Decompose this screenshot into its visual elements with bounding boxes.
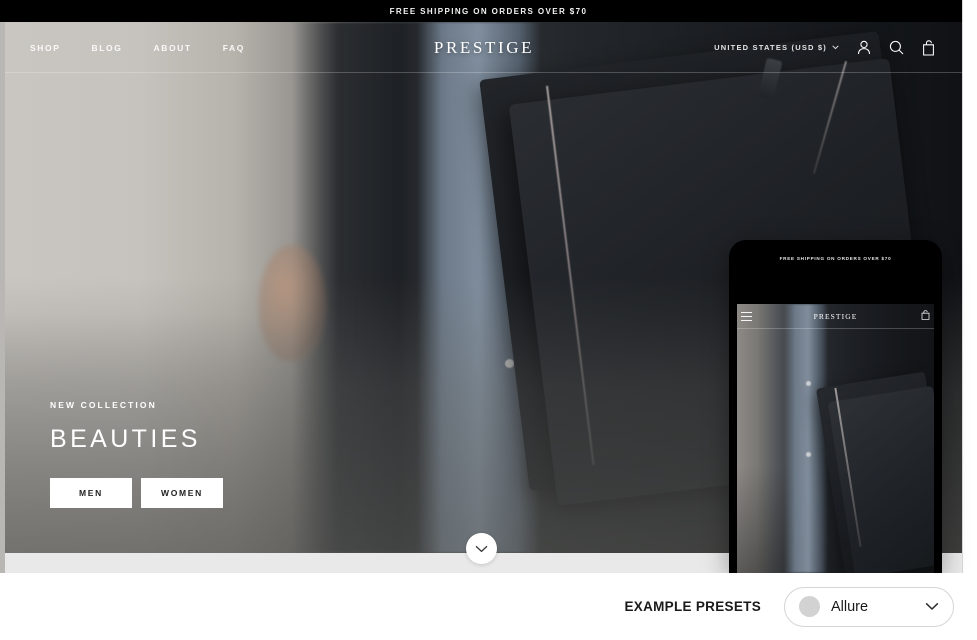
mobile-store-header: PRESTIGE xyxy=(729,304,942,328)
mobile-hero-photo-denim xyxy=(784,304,828,573)
preset-selected-name: Allure xyxy=(831,598,869,615)
hero-eyebrow: NEW COLLECTION xyxy=(50,400,157,410)
preset-selector-dropdown[interactable]: Allure xyxy=(784,586,954,627)
announcement-bar: FREE SHIPPING ON ORDERS OVER $70 xyxy=(0,0,977,22)
theme-preview-viewport: FREE SHIPPING ON ORDERS OVER $70 SHOP BL… xyxy=(0,0,977,573)
hero-cta-men[interactable]: MEN xyxy=(50,478,132,508)
mobile-header-divider xyxy=(737,328,934,329)
locale-selector[interactable]: UNITED STATES (USD $) xyxy=(714,43,839,52)
preset-color-swatch xyxy=(799,596,820,617)
chevron-down-icon xyxy=(475,545,488,552)
mobile-preview-frame: FREE SHIPPING ON ORDERS OVER $70 PRESTIG… xyxy=(729,240,942,573)
hero-cta-group: MEN WOMEN xyxy=(50,478,223,508)
header-utilities: UNITED STATES (USD $) xyxy=(714,39,938,56)
store-logo[interactable]: PRESTIGE xyxy=(434,38,534,58)
example-presets-label: EXAMPLE PRESETS xyxy=(624,599,761,614)
nav-item-blog[interactable]: BLOG xyxy=(92,43,123,53)
cart-icon[interactable] xyxy=(921,39,938,56)
mobile-screen xyxy=(737,304,934,573)
mobile-hero-shirt-button xyxy=(805,381,811,386)
mobile-announcement-bar: FREE SHIPPING ON ORDERS OVER $70 xyxy=(729,240,942,265)
scroll-down-button[interactable] xyxy=(466,533,497,564)
hero-content: NEW COLLECTION BEAUTIES MEN WOMEN xyxy=(50,400,223,508)
chevron-down-icon xyxy=(832,45,839,50)
primary-nav: SHOP BLOG ABOUT FAQ xyxy=(30,43,245,53)
store-header: SHOP BLOG ABOUT FAQ PRESTIGE UNITED STAT… xyxy=(5,22,963,73)
bottom-control-bar: EXAMPLE PRESETS Allure xyxy=(0,573,977,640)
nav-item-faq[interactable]: FAQ xyxy=(223,43,245,53)
mobile-cart-icon[interactable] xyxy=(921,307,930,325)
mobile-hero-shirt-button xyxy=(805,452,811,457)
hero-cta-women[interactable]: WOMEN xyxy=(141,478,223,508)
preview-right-gutter xyxy=(963,0,977,573)
nav-item-shop[interactable]: SHOP xyxy=(30,43,61,53)
chevron-down-icon xyxy=(925,603,939,610)
mobile-store-logo: PRESTIGE xyxy=(813,311,858,321)
announcement-text: FREE SHIPPING ON ORDERS OVER $70 xyxy=(389,6,588,16)
locale-label: UNITED STATES (USD $) xyxy=(714,43,827,52)
hamburger-menu-icon[interactable] xyxy=(741,311,752,321)
page-root: FREE SHIPPING ON ORDERS OVER $70 SHOP BL… xyxy=(0,0,977,640)
search-icon[interactable] xyxy=(888,39,905,56)
mobile-announcement-text: FREE SHIPPING ON ORDERS OVER $70 xyxy=(779,256,892,261)
nav-item-about[interactable]: ABOUT xyxy=(153,43,191,53)
account-icon[interactable] xyxy=(855,39,872,56)
hero-title: BEAUTIES xyxy=(50,425,201,453)
